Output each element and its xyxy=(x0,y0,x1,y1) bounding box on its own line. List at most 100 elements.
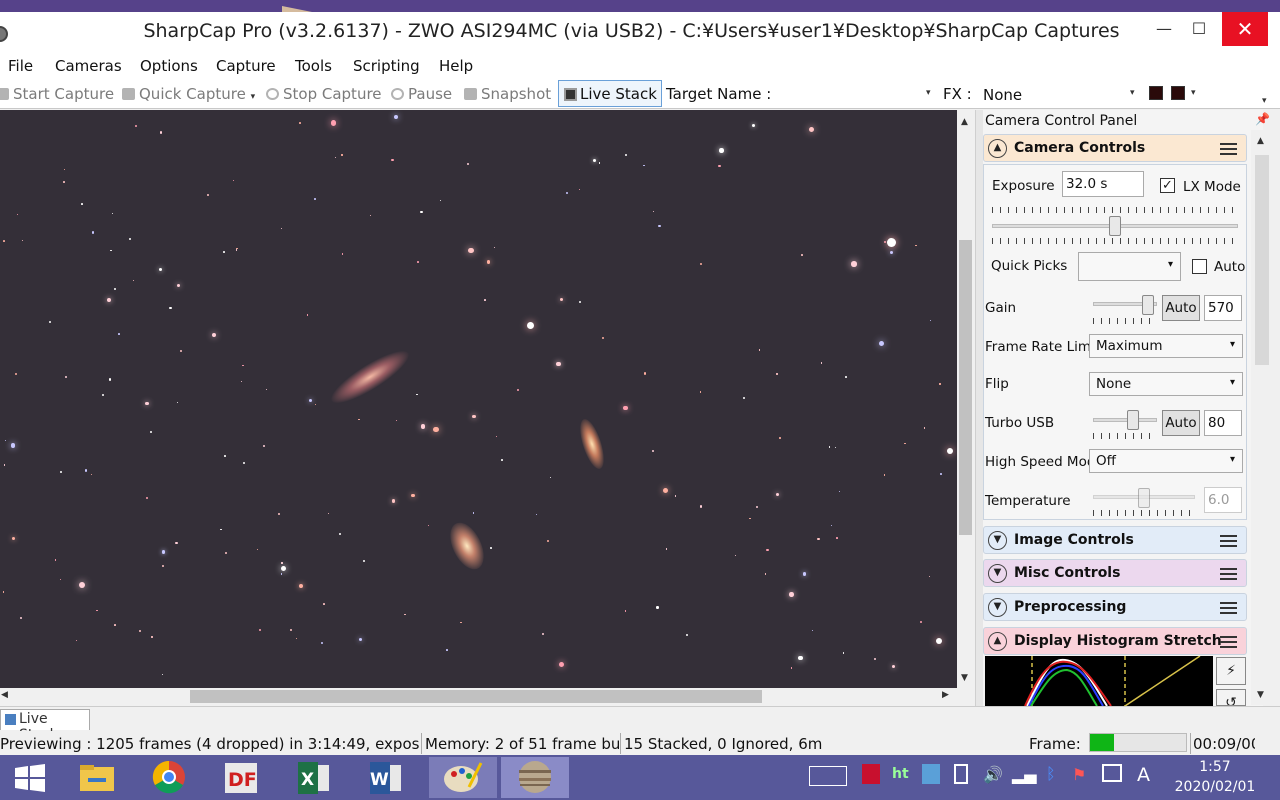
taskbar-deep-freeze[interactable]: DF xyxy=(212,757,270,798)
scroll-right-icon[interactable]: ▶ xyxy=(942,690,949,700)
scroll-up-icon[interactable]: ▲ xyxy=(961,117,968,127)
toolbar-overflow-icon[interactable]: ▾ xyxy=(1262,96,1267,106)
star xyxy=(686,633,689,636)
action-center-flag-icon[interactable]: ⚑ xyxy=(1072,765,1086,784)
overlay-dropdown-icon[interactable]: ▾ xyxy=(1191,88,1196,98)
viewport-vertical-scroll-thumb[interactable] xyxy=(959,240,972,535)
menu-tools[interactable]: Tools xyxy=(295,57,332,75)
tray-clock-date[interactable]: 2020/02/01 xyxy=(1168,779,1262,795)
focus-mask-icon[interactable] xyxy=(1171,86,1185,100)
target-name-combo[interactable]: ▾ xyxy=(778,82,938,106)
start-capture-button[interactable]: Start Capture xyxy=(0,85,114,103)
quick-picks-auto-checkbox[interactable] xyxy=(1192,259,1207,274)
panel-scroll-down-icon[interactable]: ▼ xyxy=(1257,690,1264,700)
chevron-up-icon[interactable]: ▲ xyxy=(988,632,1007,651)
panel-splitter[interactable] xyxy=(975,110,983,706)
camera-controls-header[interactable]: ▲ Camera Controls xyxy=(983,134,1247,162)
sharpcap-jupiter-icon xyxy=(519,761,551,793)
pause-button[interactable]: Pause xyxy=(391,85,452,103)
close-button[interactable]: ✕ xyxy=(1222,12,1268,46)
stop-capture-button[interactable]: Stop Capture xyxy=(266,85,382,103)
chevron-down-icon: ▾ xyxy=(1229,454,1235,465)
scroll-left-icon[interactable]: ◀ xyxy=(1,690,8,700)
pin-icon[interactable]: 📌 xyxy=(1255,112,1270,126)
hamburger-menu-icon[interactable] xyxy=(1220,143,1237,155)
flip-select[interactable]: None ▾ xyxy=(1089,372,1243,396)
hamburger-menu-icon[interactable] xyxy=(1220,636,1237,648)
reset-stretch-button[interactable]: ↺ xyxy=(1216,689,1246,706)
live-stack-button[interactable]: Live Stack xyxy=(558,80,662,107)
lx-mode-checkbox[interactable]: ✓ xyxy=(1160,178,1175,193)
chevron-down-icon[interactable]: ▼ xyxy=(988,531,1007,550)
quick-capture-button[interactable]: Quick Capture ▾ xyxy=(122,85,255,103)
image-controls-header[interactable]: ▼ Image Controls xyxy=(983,526,1247,554)
gain-slider-thumb[interactable] xyxy=(1142,295,1155,315)
display-histogram-stretch-header[interactable]: ▲ Display Histogram Stretch xyxy=(983,627,1247,655)
ht-tray-icon[interactable]: ht xyxy=(892,766,909,782)
taskbar-paint[interactable] xyxy=(429,757,497,798)
turbo-usb-input[interactable]: 80 xyxy=(1204,410,1242,436)
keyboard-icon[interactable] xyxy=(809,766,847,786)
signal-icon[interactable]: ▂▄ xyxy=(1012,765,1037,784)
frame-rate-limit-select[interactable]: Maximum ▾ xyxy=(1089,334,1243,358)
exposure-input[interactable]: 32.0 s xyxy=(1062,171,1144,197)
taskbar-chrome[interactable] xyxy=(140,757,198,798)
histogram-display[interactable] xyxy=(985,656,1213,706)
fx-dropdown-icon[interactable]: ▾ xyxy=(1130,88,1135,98)
hamburger-menu-icon[interactable] xyxy=(1220,535,1237,547)
misc-controls-header[interactable]: ▼ Misc Controls xyxy=(983,559,1247,587)
chevron-down-icon[interactable]: ▼ xyxy=(988,598,1007,617)
preprocessing-header[interactable]: ▼ Preprocessing xyxy=(983,593,1247,621)
auto-stretch-button[interactable]: ⚡ xyxy=(1216,657,1246,685)
star xyxy=(928,575,931,578)
ime-indicator[interactable]: A xyxy=(1137,764,1150,786)
gain-auto-button[interactable]: Auto xyxy=(1162,295,1200,321)
snapshot-button[interactable]: Snapshot xyxy=(464,85,551,103)
menu-options[interactable]: Options xyxy=(140,57,198,75)
tray-clock-time[interactable]: 1:57 xyxy=(1170,759,1260,775)
star xyxy=(915,244,917,246)
viewport-horizontal-scroll-thumb[interactable] xyxy=(190,690,762,703)
turbo-usb-slider-thumb[interactable] xyxy=(1127,410,1140,430)
taskbar-file-explorer[interactable] xyxy=(68,757,126,798)
chevron-up-icon[interactable]: ▲ xyxy=(988,139,1007,158)
chevron-down-icon[interactable]: ▼ xyxy=(988,564,1007,583)
display-tray-icon[interactable] xyxy=(1102,764,1122,782)
scroll-down-icon[interactable]: ▼ xyxy=(961,673,968,683)
hamburger-menu-icon[interactable] xyxy=(1220,602,1237,614)
device-tray-icon[interactable] xyxy=(954,764,968,784)
tab-live-stack[interactable]: Live Stack xyxy=(0,709,90,743)
panel-vertical-scroll-thumb[interactable] xyxy=(1255,155,1269,365)
temperature-slider-thumb xyxy=(1138,488,1150,508)
star xyxy=(642,164,645,167)
reticle-icon[interactable] xyxy=(1149,86,1163,100)
volume-icon[interactable]: 🔊 xyxy=(983,765,1003,784)
quick-capture-dropdown-icon[interactable]: ▾ xyxy=(251,92,256,102)
menu-help[interactable]: Help xyxy=(439,57,473,75)
taskbar-excel[interactable]: X xyxy=(285,757,343,798)
fx-select[interactable]: None xyxy=(983,86,1022,104)
start-button[interactable] xyxy=(0,757,58,798)
network-tray-icon[interactable] xyxy=(922,764,940,784)
quick-picks-select[interactable]: ▾ xyxy=(1078,252,1181,281)
menu-cameras[interactable]: Cameras xyxy=(55,57,122,75)
star xyxy=(281,562,283,564)
menu-scripting[interactable]: Scripting xyxy=(353,57,420,75)
turbo-usb-slider-track[interactable] xyxy=(1093,418,1157,422)
star xyxy=(812,630,814,632)
acrobat-tray-icon[interactable] xyxy=(862,764,880,784)
live-image-viewport[interactable] xyxy=(0,110,957,688)
turbo-usb-auto-button[interactable]: Auto xyxy=(1162,410,1200,436)
high-speed-mode-select[interactable]: Off ▾ xyxy=(1089,449,1243,473)
exposure-slider-thumb[interactable] xyxy=(1109,216,1121,236)
menu-file[interactable]: File xyxy=(8,57,33,75)
panel-scroll-up-icon[interactable]: ▲ xyxy=(1257,136,1264,146)
gain-input[interactable]: 570 xyxy=(1204,295,1242,321)
maximize-button[interactable]: ☐ xyxy=(1176,12,1222,46)
bluetooth-icon[interactable]: ᛒ xyxy=(1046,764,1056,783)
taskbar-sharpcap[interactable] xyxy=(501,757,569,798)
menu-capture[interactable]: Capture xyxy=(216,57,276,75)
hamburger-menu-icon[interactable] xyxy=(1220,568,1237,580)
taskbar-word[interactable]: W xyxy=(357,757,415,798)
star xyxy=(280,573,283,576)
